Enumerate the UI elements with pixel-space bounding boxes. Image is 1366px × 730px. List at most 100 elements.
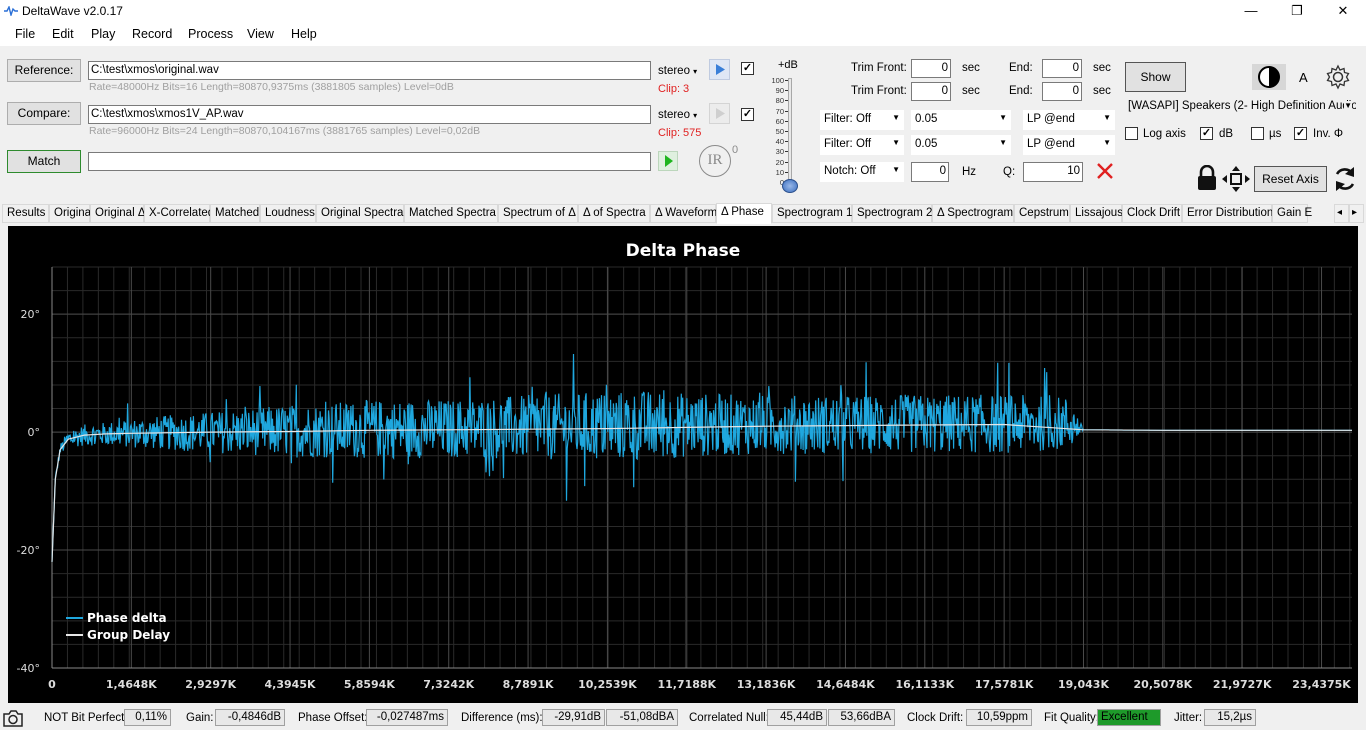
x-tick-label: 7,3242K <box>423 678 474 691</box>
filter2-freq-select[interactable]: 0.05 ▼ <box>911 135 1011 155</box>
notch-freq-field[interactable]: 0 <box>911 162 949 182</box>
compare-enable-checkbox[interactable]: ✓ <box>741 108 754 121</box>
x-tick-label: 16,1133K <box>895 678 954 691</box>
tab-14[interactable]: Δ Spectrogram <box>932 204 1014 223</box>
menu-view[interactable]: View <box>247 27 274 41</box>
filter2-type-select[interactable]: LP @end ▼ <box>1023 135 1115 155</box>
reference-path-field[interactable]: C:\test\xmos\original.wav <box>88 61 651 80</box>
correlated-null-db-value: 45,44dB <box>767 709 827 726</box>
tab-6[interactable]: Original Spectra <box>316 204 404 223</box>
tab-17[interactable]: Clock Drift <box>1122 204 1182 223</box>
tab-5[interactable]: Loudness <box>260 204 316 223</box>
menu-process[interactable]: Process <box>188 27 233 41</box>
filter1-type-select[interactable]: LP @end ▼ <box>1023 110 1115 130</box>
tab-8[interactable]: Spectrum of Δ <box>498 204 578 223</box>
reference-play-button[interactable] <box>709 59 730 80</box>
tab-0[interactable]: Results <box>2 204 49 223</box>
y-tick-label: -20° <box>17 544 40 557</box>
menu-play[interactable]: Play <box>91 27 115 41</box>
tab-1[interactable]: Original <box>49 204 94 223</box>
filter1-freq-select[interactable]: 0.05 ▼ <box>911 110 1011 130</box>
inv-phi-checkbox[interactable]: ✓ <box>1294 127 1307 140</box>
trim-front-label-1: Trim Front: <box>851 62 907 74</box>
contrast-icon[interactable] <box>1252 64 1286 90</box>
menu-edit[interactable]: Edit <box>52 27 74 41</box>
compare-play-button[interactable] <box>709 103 730 124</box>
move-icon[interactable] <box>1222 166 1250 192</box>
tab-scroll-right-icon[interactable]: ▸ <box>1349 204 1364 223</box>
db-tick-label: 80 <box>775 96 784 106</box>
maximize-button[interactable]: ❐ <box>1274 0 1320 23</box>
match-button[interactable]: Match <box>7 150 81 173</box>
filter2-type-value: LP @end <box>1027 138 1075 150</box>
clear-filters-icon[interactable] <box>1095 161 1115 181</box>
tab-12[interactable]: Spectrogram 1 <box>772 204 852 223</box>
gear-icon[interactable] <box>1325 64 1351 90</box>
filter2-select[interactable]: Filter: Off ▼ <box>820 135 904 155</box>
trim-end-field-2[interactable]: 0 <box>1042 82 1082 101</box>
tab-11[interactable]: Δ Phase <box>716 203 772 224</box>
camera-icon[interactable] <box>2 708 24 728</box>
reset-axis-button[interactable]: Reset Axis <box>1254 166 1327 192</box>
bit-perfect-value: 0,11% <box>124 709 171 726</box>
db-slider[interactable]: 1009080706050403020100 <box>762 76 802 196</box>
tab-18[interactable]: Error Distribution <box>1182 204 1273 223</box>
menu-record[interactable]: Record <box>132 27 172 41</box>
ir-label: IR <box>707 152 723 168</box>
correlated-null-dba-value: 53,66dBA <box>828 709 895 726</box>
tab-4[interactable]: Matched <box>210 204 260 223</box>
reference-button[interactable]: Reference: <box>7 59 81 82</box>
chevron-down-icon: ▼ <box>892 165 900 174</box>
tab-15[interactable]: Cepstrum <box>1014 204 1070 223</box>
tab-7[interactable]: Matched Spectra <box>404 204 498 223</box>
y-tick-label: -40° <box>17 662 40 675</box>
x-tick-label: 5,8594K <box>344 678 395 691</box>
db-tick-label: 20 <box>775 157 784 167</box>
match-progress-field <box>88 152 651 171</box>
db-checkbox[interactable]: ✓ <box>1200 127 1213 140</box>
notch-select[interactable]: Notch: Off ▼ <box>820 162 904 182</box>
reference-enable-checkbox[interactable]: ✓ <box>741 62 754 75</box>
jitter-label: Jitter: <box>1174 712 1203 724</box>
filter1-select[interactable]: Filter: Off ▼ <box>820 110 904 130</box>
compare-channel-select[interactable]: stereo ▾ <box>658 109 697 121</box>
tab-2[interactable]: Original Δ <box>90 204 146 223</box>
trim-front-field-1[interactable]: 0 <box>911 59 951 78</box>
show-button[interactable]: Show <box>1125 62 1186 92</box>
compare-path-field[interactable]: C:\test\xmos\xmos1V_AP.wav <box>88 105 651 124</box>
delta-phase-chart[interactable]: Delta Phase 20° 0° -20° -40° 0 1,4648K 2,9297K 4… <box>8 226 1358 703</box>
db-tick-label: 30 <box>775 147 784 157</box>
x-tick-label: 13,1836K <box>737 678 796 691</box>
x-tick-label: 20,5078K <box>1134 678 1193 691</box>
difference-label: Difference (ms): <box>461 712 543 724</box>
legend-label: Group Delay <box>87 628 170 642</box>
us-checkbox[interactable] <box>1251 127 1264 140</box>
close-button[interactable]: ✕ <box>1320 0 1366 23</box>
minimize-button[interactable]: — <box>1228 0 1274 23</box>
tab-9[interactable]: Δ of Spectra <box>578 204 650 223</box>
tab-3[interactable]: X-Correlated <box>144 204 214 223</box>
chevron-down-icon: ▼ <box>999 113 1007 122</box>
log-axis-checkbox[interactable] <box>1125 127 1138 140</box>
menu-file[interactable]: File <box>15 27 35 41</box>
db-label: dB <box>1219 128 1234 140</box>
lock-icon[interactable] <box>1196 165 1218 191</box>
db-tick-label: 10 <box>775 167 784 177</box>
reference-channel-select[interactable]: stereo ▾ <box>658 65 697 77</box>
ir-button[interactable]: IR <box>699 145 731 177</box>
compare-button[interactable]: Compare: <box>7 102 81 125</box>
slider-thumb[interactable] <box>782 179 798 193</box>
match-run-button[interactable] <box>658 151 678 171</box>
trim-front-field-2[interactable]: 0 <box>911 82 951 101</box>
tab-19[interactable]: Gain E <box>1272 204 1312 223</box>
refresh-icon[interactable] <box>1332 165 1358 193</box>
output-device-select[interactable]: [WASAPI] Speakers (2- High Definition Au… <box>1125 98 1356 117</box>
tab-16[interactable]: Lissajous <box>1070 204 1123 223</box>
tab-scroll-left-icon[interactable]: ◂ <box>1334 204 1349 223</box>
legend-label: Phase delta <box>87 611 167 625</box>
tab-10[interactable]: Δ Waveform <box>650 204 717 223</box>
menu-help[interactable]: Help <box>291 27 317 41</box>
q-field[interactable]: 10 <box>1023 162 1083 182</box>
tab-13[interactable]: Spectrogram 2 <box>852 204 932 223</box>
trim-end-field-1[interactable]: 0 <box>1042 59 1082 78</box>
